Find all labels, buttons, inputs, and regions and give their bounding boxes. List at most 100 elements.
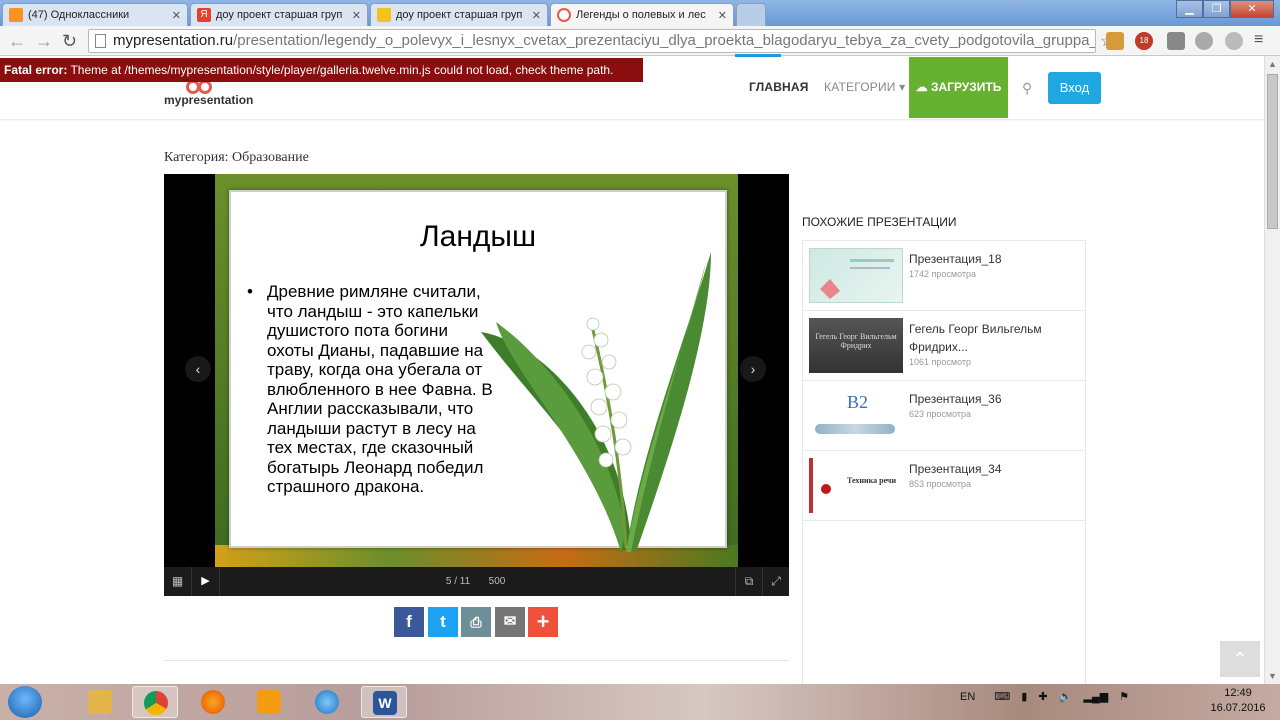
keyboard-icon[interactable]: ⌨ [994, 691, 1010, 703]
more-share-button[interactable]: + [528, 607, 558, 637]
slide: Ландыш • Древние римляне считали, что ла… [215, 174, 738, 567]
fatal-error-banner: Fatal error: Theme at /themes/mypresenta… [0, 58, 643, 82]
presentation-title[interactable]: Презентация_18 [909, 250, 1079, 268]
word-taskbar-button[interactable]: W [361, 686, 407, 718]
minimize-icon[interactable]: ▁ [1176, 0, 1203, 18]
player-controls: ▦ ▶ 5 / 11 500 ⧉ ⤢ [164, 567, 789, 596]
security-icon[interactable]: ✚ [1038, 691, 1047, 703]
tab-label: доу проект старшая груп [216, 9, 343, 21]
tab-odnoklassniki[interactable]: (47) Одноклассники ✕ [2, 3, 188, 26]
presentation-thumbnail[interactable]: Техника речи [809, 458, 903, 513]
media-taskbar-button[interactable] [246, 686, 292, 718]
thumbnails-icon[interactable]: ▦ [164, 567, 191, 596]
upload-button[interactable]: ☁ ЗАГРУЗИТЬ [909, 57, 1008, 118]
pills-image [815, 424, 895, 434]
presentation-thumbnail[interactable] [809, 248, 903, 303]
chrome-icon [144, 691, 168, 715]
next-slide-button[interactable]: › [740, 356, 766, 382]
facebook-share-button[interactable]: f [394, 607, 424, 637]
extension-icon[interactable] [1167, 32, 1185, 50]
mypresentation-icon [557, 8, 571, 22]
extension-icon[interactable] [1225, 32, 1243, 50]
twitter-share-button[interactable]: t [428, 607, 458, 637]
scroll-up-icon[interactable]: ▲ [1268, 59, 1277, 69]
presentation-title[interactable]: Презентация_34 [909, 460, 1079, 478]
fullscreen-icon[interactable]: ⤢ [763, 567, 789, 596]
browser-toolbar: ← → ↻ mypresentation.ru/presentation/leg… [0, 26, 1280, 56]
site-logo[interactable]: mypresentation [164, 93, 253, 107]
thumbnail-text: Гегель Георг Вильгельм Фридрих [815, 332, 897, 350]
firefox-taskbar-button[interactable] [190, 686, 236, 718]
media-player-icon [257, 690, 281, 714]
decoration [821, 484, 831, 494]
yandex-icon: Я [197, 8, 211, 22]
address-bar[interactable]: mypresentation.ru/presentation/legendy_o… [88, 29, 1096, 53]
maximize-icon[interactable]: ❐ [1203, 0, 1230, 18]
print-button[interactable]: ⎙ [461, 607, 491, 637]
image-size: 500 [488, 576, 506, 587]
close-window-icon[interactable]: ✕ [1230, 0, 1274, 18]
tab-presentation[interactable]: Легенды о полевых и лес ✕ [550, 3, 734, 26]
list-item[interactable]: Техника речи Презентация_34 853 просмотр… [803, 451, 1085, 521]
presentation-player: Ландыш • Древние римляне считали, что ла… [164, 174, 789, 596]
presentation-title[interactable]: Презентация_36 [909, 390, 1079, 408]
nav-categories[interactable]: КАТЕГОРИИ ▾ [824, 80, 905, 94]
close-icon[interactable]: ✕ [718, 9, 727, 22]
new-tab-button[interactable] [736, 3, 766, 26]
signal-icon[interactable]: ▂▄▆ [1083, 691, 1108, 703]
view-count: 1061 просмотр [909, 357, 972, 367]
tab-label: Легенды о полевых и лес [576, 9, 706, 21]
flag-icon[interactable]: ⚑ [1119, 691, 1129, 703]
view-count: 853 просмотра [909, 479, 972, 489]
start-button[interactable] [8, 686, 42, 718]
forward-icon[interactable]: → [35, 31, 53, 52]
url-path: /presentation/legendy_o_polevyx_i_lesnyx… [233, 32, 1096, 49]
explorer-taskbar-button[interactable] [77, 686, 123, 718]
presentation-thumbnail[interactable]: Гегель Георг Вильгельм Фридрих [809, 318, 903, 373]
thumbnail-text: Техника речи [847, 476, 897, 485]
chrome-taskbar-button[interactable] [132, 686, 178, 718]
close-icon[interactable]: ✕ [172, 9, 181, 22]
adblock-badge: 18 [1139, 36, 1149, 45]
presentation-thumbnail[interactable]: B2 [809, 388, 903, 443]
play-icon[interactable]: ▶ [192, 567, 219, 596]
ie-taskbar-button[interactable] [304, 686, 350, 718]
presentation-title[interactable]: Гегель Георг Вильгельм Фридрих... [909, 320, 1079, 356]
list-item[interactable]: Презентация_18 1742 просмотра [803, 241, 1085, 311]
error-label: Fatal error: [4, 63, 68, 77]
scroll-down-icon[interactable]: ▼ [1268, 671, 1277, 681]
page-scrollbar[interactable]: ▲ ▼ [1264, 56, 1280, 684]
slide-text: • Древние римляне считали, что ландыш - … [247, 282, 497, 497]
adblock-icon[interactable]: 18 [1135, 32, 1153, 50]
menu-icon[interactable]: ≡ [1254, 32, 1272, 50]
bullet-icon: • [247, 282, 253, 301]
language-indicator[interactable]: EN [960, 691, 975, 703]
close-icon[interactable]: ✕ [532, 9, 541, 22]
clock-time: 12:49 [1224, 687, 1252, 699]
login-button[interactable]: Вход [1048, 72, 1101, 104]
back-icon[interactable]: ← [8, 31, 26, 52]
email-share-button[interactable]: ✉ [495, 607, 525, 637]
similar-presentations-title: ПОХОЖИЕ ПРЕЗЕНТАЦИИ [802, 215, 957, 229]
search-icon[interactable]: ⚲ [1022, 80, 1032, 97]
reload-icon[interactable]: ↻ [62, 31, 77, 52]
tab-images-search[interactable]: доу проект старшая груп ✕ [370, 3, 548, 26]
extension-icon[interactable] [1106, 32, 1124, 50]
system-tray: EN ⌨ ▮ ✚ 🔈 ▂▄▆ ⚑ [960, 690, 1129, 703]
close-icon[interactable]: ✕ [352, 9, 361, 22]
list-item[interactable]: Гегель Георг Вильгельм Фридрих Гегель Ге… [803, 311, 1085, 381]
list-item[interactable]: B2 Презентация_36 623 просмотра [803, 381, 1085, 451]
popout-icon[interactable]: ⧉ [736, 567, 762, 596]
prev-slide-button[interactable]: ‹ [185, 356, 211, 382]
extension-icon[interactable] [1195, 32, 1213, 50]
scroll-to-top-button[interactable]: ⌃ [1220, 641, 1260, 677]
tab-yandex-search[interactable]: Я доу проект старшая груп ✕ [190, 3, 368, 26]
folder-icon [88, 690, 112, 714]
error-message: Theme at /themes/mypresentation/style/pl… [67, 63, 614, 77]
view-count: 1742 просмотра [909, 269, 977, 279]
volume-icon[interactable]: 🔈 [1059, 691, 1073, 703]
taskbar-clock[interactable]: 12:49 16.07.2016 [1208, 686, 1268, 716]
nav-home[interactable]: ГЛАВНАЯ [735, 54, 809, 94]
scrollbar-thumb[interactable] [1267, 74, 1278, 229]
network-icon[interactable]: ▮ [1021, 691, 1027, 703]
